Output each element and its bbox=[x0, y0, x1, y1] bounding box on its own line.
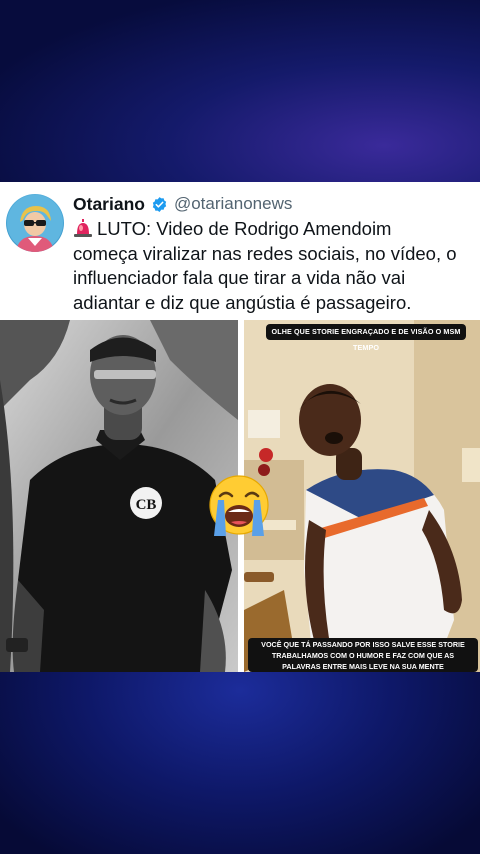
cb-logo: CB bbox=[136, 497, 157, 513]
police-light-icon bbox=[73, 219, 93, 237]
tweet-text-line-1: Video de Rodrigo Amendoim bbox=[156, 218, 392, 239]
display-name[interactable]: Otariano bbox=[73, 194, 145, 215]
avatar[interactable] bbox=[6, 194, 64, 252]
story-caption-line-2: TRABALHAMOS COM O HUMOR E FAZ COM QUE AS bbox=[271, 650, 455, 660]
video-background-top bbox=[0, 0, 480, 182]
verified-badge-icon bbox=[151, 196, 168, 213]
tweet-line-2: começa viralizar nas redes sociais, no v… bbox=[73, 242, 457, 264]
video-background-bottom bbox=[0, 672, 480, 854]
tweet-card: Otariano @otarianonews LUTO: Video de Ro… bbox=[0, 182, 480, 672]
story-caption-bottom: VOCÊ QUE TÁ PASSANDO POR ISSO SALVE ESSE… bbox=[248, 638, 478, 672]
user-handle[interactable]: @otarianonews bbox=[174, 194, 292, 214]
tweet-line-1: LUTO: Video de Rodrigo Amendoim bbox=[73, 217, 477, 242]
left-photo[interactable]: CB bbox=[0, 320, 238, 672]
tweet-prefix: LUTO: bbox=[97, 218, 157, 239]
author-row: Otariano @otarianonews bbox=[73, 192, 292, 216]
loudly-crying-face-icon bbox=[206, 474, 272, 538]
tweet-line-4: adiantar e diz que angústia é passageiro… bbox=[73, 291, 412, 313]
tweet-header: Otariano @otarianonews LUTO: Video de Ro… bbox=[0, 182, 480, 320]
story-caption-line-1: VOCÊ QUE TÁ PASSANDO POR ISSO SALVE ESSE… bbox=[261, 640, 465, 649]
tweet-line-3: influenciador fala que tirar a vida não … bbox=[73, 267, 406, 288]
story-caption-top: OLHE QUE STORIE ENGRAÇADO E DE VISÃO O M… bbox=[266, 324, 466, 352]
tweet-body: LUTO: Video de Rodrigo Amendoim começa v… bbox=[73, 217, 477, 315]
right-photo[interactable]: OLHE QUE STORIE ENGRAÇADO E DE VISÃO O M… bbox=[244, 320, 480, 672]
story-caption-line-3: PALAVRAS ENTRE MAIS LEVE NA SUA MENTE bbox=[282, 661, 444, 671]
